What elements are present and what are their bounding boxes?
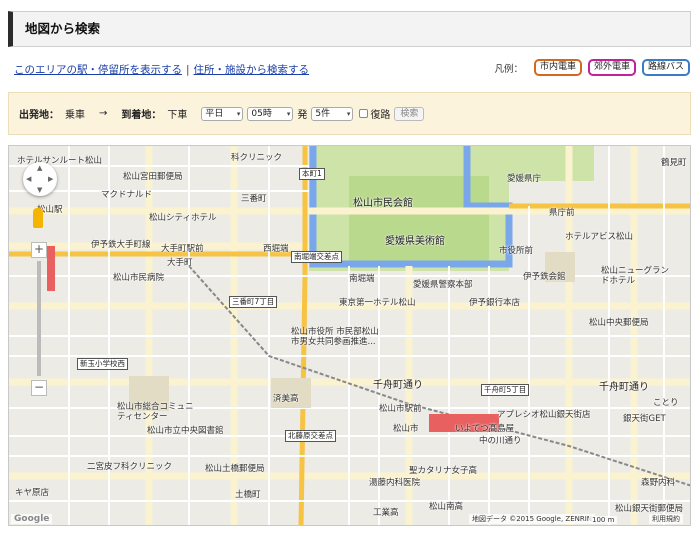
stop-label: 三番町7丁目 [229,296,278,308]
pan-control[interactable]: ▲ ▼ ◀ ▶ [23,162,57,196]
hour-select[interactable]: 05時 ▾ [247,106,294,121]
from-value[interactable]: 乗車 [65,106,85,121]
action-links: このエリアの駅・停留所を表示する | 住所・施設から検索する [14,62,309,77]
zoom-out-button[interactable]: − [31,380,47,396]
stop-label: 新玉小学校西 [77,358,128,370]
round-trip-checkbox[interactable] [359,109,369,118]
map-label: 県庁前 [549,208,575,218]
map-label: 松山市駅前 [379,404,422,414]
map-label: 銀天街GET [623,414,666,424]
search-button[interactable]: 検索 [394,106,425,121]
map-label: 森野内科 [641,478,676,488]
map-label: 松山市民会館 [353,198,413,209]
from-label: 出発地： [19,110,59,121]
pan-down-icon: ▼ [37,186,43,194]
round-trip-label: 復路 [370,110,391,121]
zoom-in-button[interactable]: + [31,242,47,258]
map-label: マクドナルド [101,190,153,200]
day-select[interactable]: 平日 ▾ [201,106,244,121]
map-label: 伊予鉄会館 [523,272,566,282]
map-scale: 100 m [589,516,618,524]
map-label: 松山南高 [429,502,464,512]
map-label: 大手町 [167,258,193,268]
map-label: 湯藤内科医院 [369,478,421,488]
map-label: 愛媛県美術館 [385,236,445,247]
stop-label: 千舟町5丁目 [481,384,530,396]
map-label: 松山土橋郵便局 [205,464,265,474]
legend-suburban-train: 郊外電車 [587,59,636,76]
day-select-value: 平日 [205,108,224,119]
legend-label: 凡例： [494,63,523,75]
count-select[interactable]: 5件 ▾ [311,106,354,121]
count-select-value: 5件 [315,108,331,119]
map-label: 愛媛県警察本部 [413,280,473,290]
stop-label: 南堀端交差点 [291,251,342,263]
map-label: 科クリニック [231,153,283,163]
map-view[interactable]: ホテルサンルート松山 科クリニック 松山宮田郵便局 マクドナルド 三番町 松山シ… [8,145,691,526]
map-label: 松山中央郵便局 [589,318,649,328]
terms-link[interactable]: 利用規約 [649,514,683,524]
map-label: 松山市総合コミュニティセンター [117,402,194,422]
map-label: アプレシオ松山銀天街店 [497,410,591,420]
page-title: 地図から検索 [25,21,101,36]
map-label: 千舟町通り [373,380,423,391]
to-label: 到着地： [121,110,162,121]
chevron-down-icon: ▾ [286,109,291,118]
map-label: 工業高 [373,508,399,518]
map-label: 松山市立中央図書館 [147,426,224,436]
map-label: 松山銀天街郵便局 [615,504,684,514]
stop-label: 本町1 [299,168,325,180]
map-label: 伊予銀行本店 [469,298,521,308]
map-label: 松山シティホテル [149,213,217,223]
map-label: ことり [653,398,679,408]
map-label: 南堀端 [349,274,375,284]
departure-label: 発 [297,110,308,121]
map-label: 三番町 [241,194,267,204]
map-label: 市役所前 [499,246,534,256]
map-label: 愛媛県庁 [507,174,542,184]
legend-bus: 路線バス [641,59,690,76]
show-nearby-stations-link[interactable]: このエリアの駅・停留所を表示する [14,64,182,76]
map-label: 松山市 [393,424,419,434]
zoom-slider[interactable] [37,261,41,376]
legend-city-tram: 市内電車 [533,59,582,76]
chevron-down-icon: ▾ [346,109,351,118]
map-label: 中の川通り [479,436,522,446]
map-label: 済美高 [273,394,299,404]
map-label: 松山宮田郵便局 [123,172,183,182]
map-label: 聖カタリナ女子高 [409,466,478,476]
map-label: 西堀端 [263,244,289,254]
hour-select-value: 05時 [251,108,272,119]
matsuyama-station-block [47,246,55,291]
stop-label: 北藤原交差点 [285,430,336,442]
map-label: 大手町駅前 [161,244,204,254]
search-facilities-link[interactable]: 住所・施設から検索する [194,64,310,76]
chevron-down-icon: ▾ [236,109,241,118]
map-label: キヤ原店 [15,488,50,498]
map-label: 鶴見町 [661,158,687,168]
direction-arrow: → [99,108,108,119]
legend: 凡例： 市内電車 郊外電車 路線バス [494,59,690,76]
pan-left-icon: ◀ [26,175,32,183]
map-label: 松山市役所 市民部松山市男女共同参画推進... [291,327,379,347]
map-label: 千舟町通り [599,382,649,393]
map-label: 松山ニューグランドホテル [601,266,670,286]
map-label: ホテルアビス松山 [565,232,634,242]
map-label: 土橋町 [235,490,261,500]
google-logo: Google [11,514,53,524]
map-label: 伊予鉄大手町線 [91,240,151,250]
pan-right-icon: ▶ [48,175,54,183]
map-label: 二宮皮フ科クリニック [87,462,173,472]
map-label: 東京第一ホテル松山 [339,298,416,308]
street-view-pegman-icon[interactable] [33,208,43,228]
link-separator: | [186,64,190,76]
map-label: いよてつ髙島屋 [455,424,515,434]
search-form: 出発地： 乗車 → 到着地： 下車 平日 ▾ 05時 ▾ 発 5件 ▾ 復路 検索 [8,92,691,135]
map-label: 松山市民病院 [113,273,165,283]
to-value[interactable]: 下車 [167,106,187,121]
page-header: 地図から検索 [8,11,691,47]
pan-up-icon: ▲ [37,164,43,172]
map-attribution: 地図データ ©2015 Google, ZENRIN [469,514,596,524]
